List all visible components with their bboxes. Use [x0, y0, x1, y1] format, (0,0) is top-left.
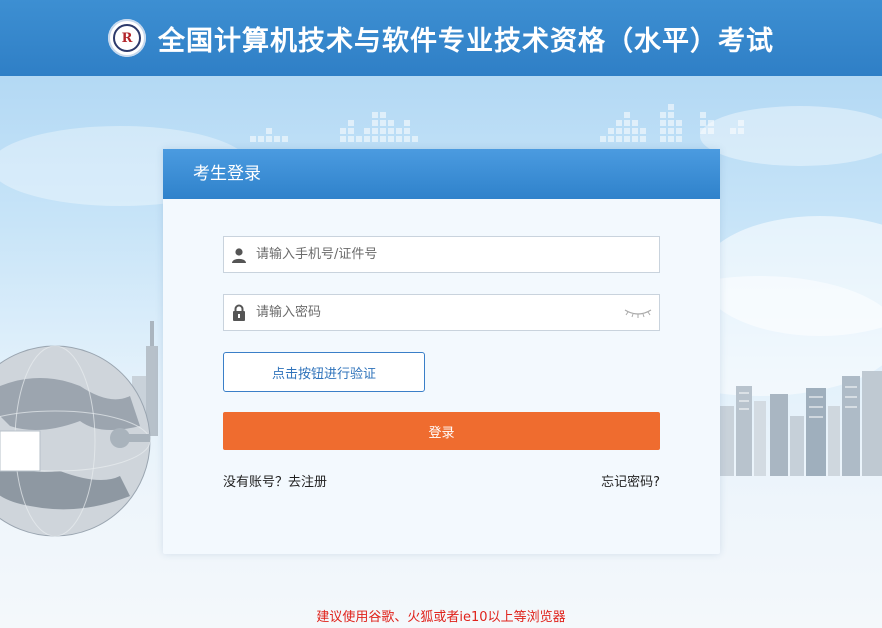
user-icon	[226, 237, 252, 272]
verify-button[interactable]: 点击按钮进行验证	[223, 352, 425, 392]
browser-tip: 建议使用谷歌、火狐或者ie10以上等浏览器	[316, 610, 566, 625]
dot-skyline-right	[600, 104, 744, 142]
register-link[interactable]: 没有账号？去注册	[223, 471, 327, 490]
login-button[interactable]: 登录	[223, 412, 660, 450]
username-field[interactable]	[223, 236, 660, 273]
city-buildings-right	[720, 371, 882, 476]
city-buildings-left	[118, 321, 158, 436]
lock-icon	[226, 295, 252, 330]
password-input[interactable]	[252, 296, 621, 329]
eye-closed-icon[interactable]	[621, 298, 655, 328]
login-panel: 考生登录 请输入手机号/证件号 点击按钮进行验证 登录 没有账号？去注册 忘记密…	[163, 149, 720, 554]
forgot-password-link[interactable]: 忘记密码?	[601, 471, 660, 490]
username-input[interactable]	[252, 238, 659, 271]
globe-illustration	[0, 345, 151, 537]
site-title: 全国计算机技术与软件专业技术资格（水平）考试	[158, 25, 774, 57]
password-field[interactable]	[223, 294, 660, 331]
login-panel-title: 考生登录	[163, 149, 720, 199]
exam-logo-icon: R	[108, 19, 146, 57]
dot-skyline-left	[250, 112, 418, 142]
site-header: R 全国计算机技术与软件专业技术资格（水平）考试	[0, 0, 882, 76]
